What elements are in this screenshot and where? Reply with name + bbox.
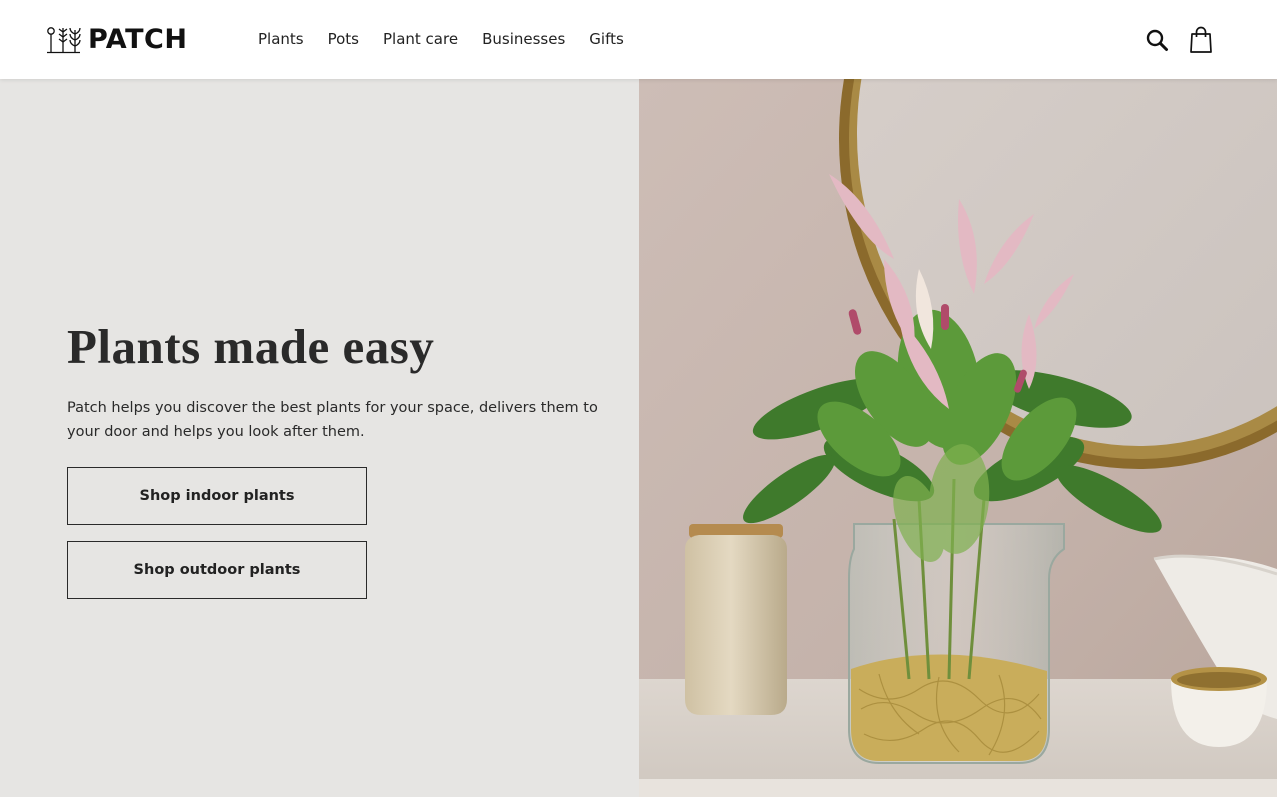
nav-item-plants[interactable]: Plants xyxy=(258,28,304,50)
plant-trio-logo-icon xyxy=(47,27,81,54)
nav-item-plant-care[interactable]: Plant care xyxy=(383,28,458,50)
nav-item-businesses[interactable]: Businesses xyxy=(482,28,565,50)
hero-description: Patch helps you discover the best plants… xyxy=(67,400,598,440)
brand-logo[interactable]: PATCH xyxy=(46,24,187,56)
hero-image xyxy=(639,79,1277,797)
shop-indoor-plants-button[interactable]: Shop indoor plants xyxy=(67,467,367,525)
site-header: PATCH Plants Pots Plant care Businesses … xyxy=(0,0,1277,79)
nav-item-gifts[interactable]: Gifts xyxy=(589,28,624,50)
hero-title: Plants made easy xyxy=(67,319,435,374)
shopping-bag-button[interactable] xyxy=(1188,26,1214,54)
brand-name: PATCH xyxy=(88,24,188,55)
shop-outdoor-plants-button[interactable]: Shop outdoor plants xyxy=(67,541,367,599)
main-nav: Plants Pots Plant care Businesses Gifts xyxy=(258,28,648,50)
search-icon xyxy=(1146,29,1168,51)
hero-plant-illustration xyxy=(639,79,1277,797)
search-button[interactable] xyxy=(1144,26,1170,54)
shopping-bag-icon xyxy=(1190,26,1212,53)
nav-item-pots[interactable]: Pots xyxy=(328,28,359,50)
